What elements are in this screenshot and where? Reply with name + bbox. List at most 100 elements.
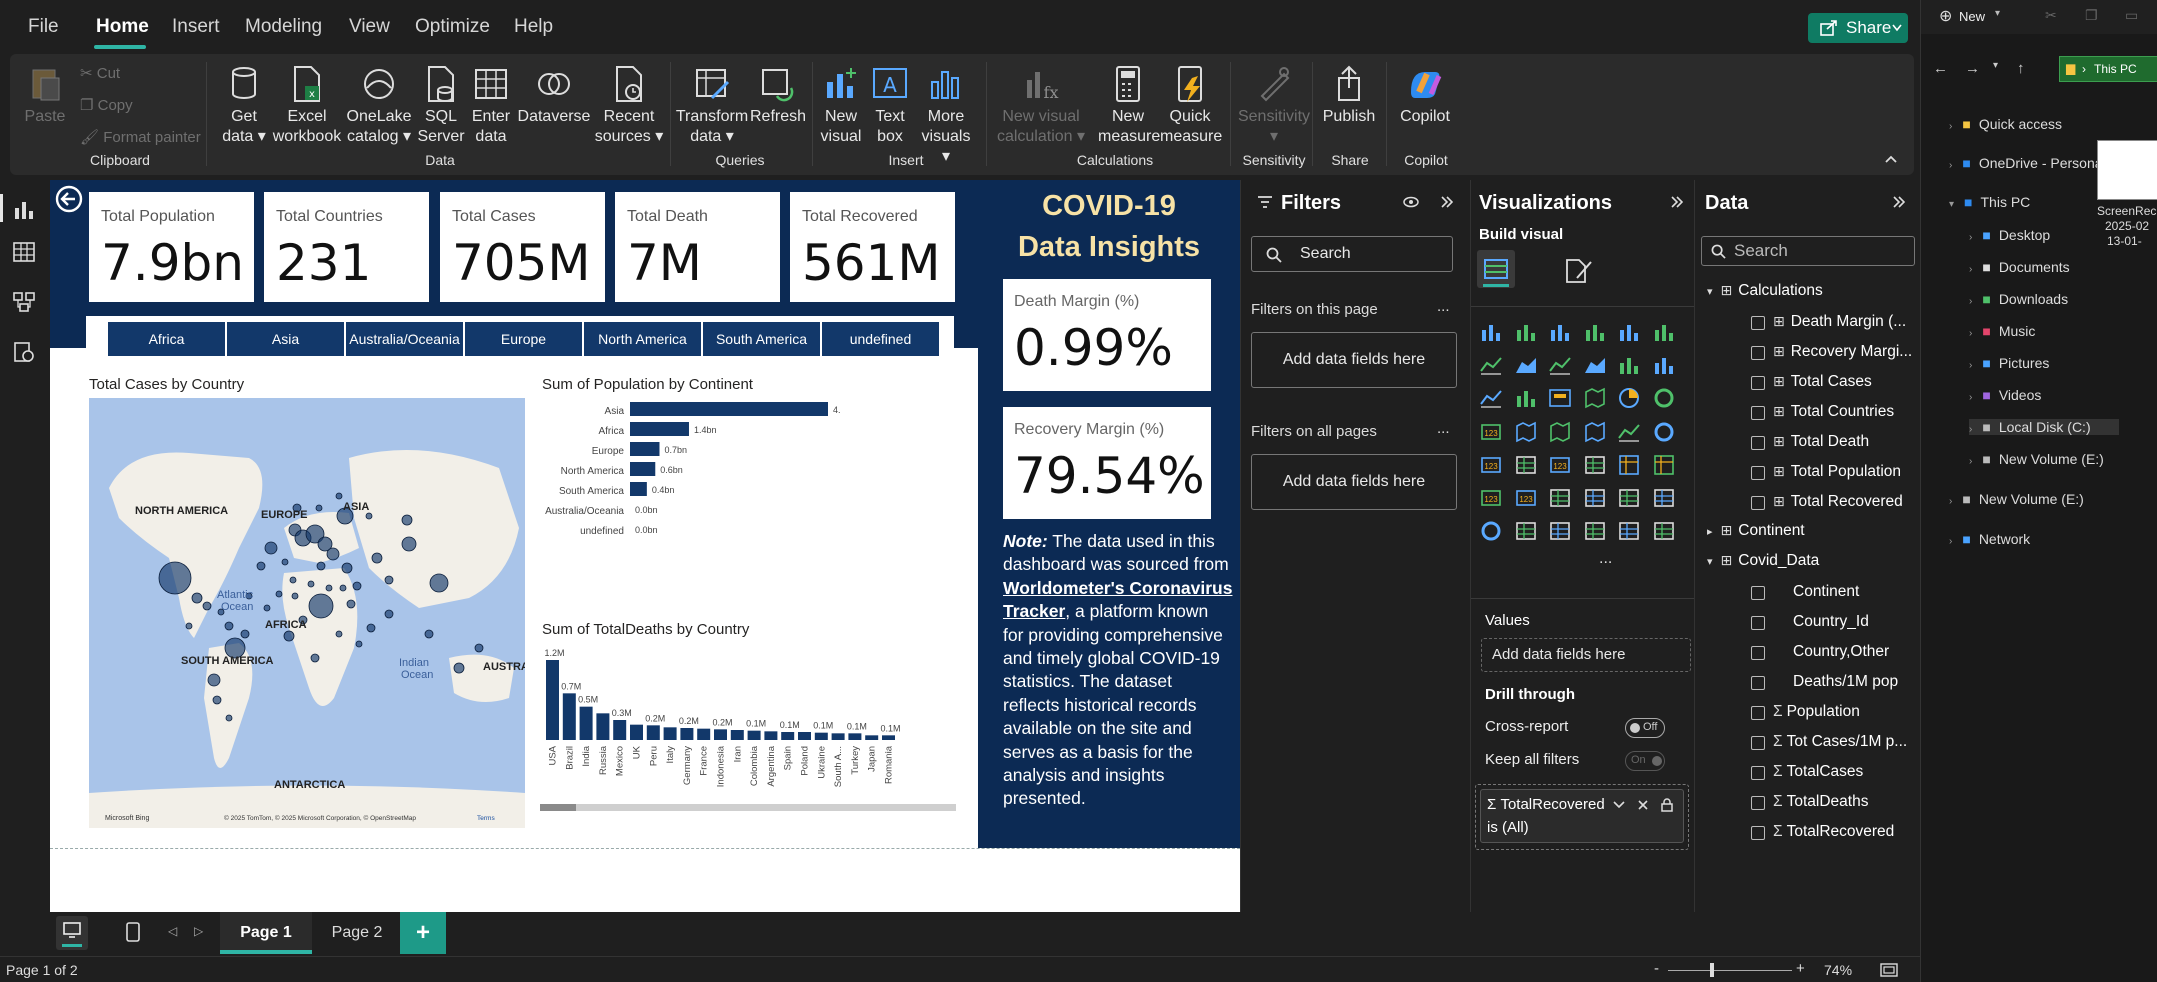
field-item[interactable]: ⊞ Death Margin (... bbox=[1773, 313, 1906, 331]
field-checkbox[interactable] bbox=[1751, 376, 1765, 390]
menu-modeling[interactable]: Modeling bbox=[245, 16, 322, 38]
menu-view[interactable]: View bbox=[349, 16, 390, 38]
visual-type-donut-icon[interactable] bbox=[1652, 386, 1676, 410]
collapse-ribbon-icon[interactable] bbox=[1884, 154, 1898, 164]
visual-type-table-icon[interactable] bbox=[1617, 519, 1641, 543]
visual-type-table-icon[interactable] bbox=[1514, 453, 1538, 477]
visual-type-matrix-icon[interactable] bbox=[1617, 453, 1641, 477]
paste-button[interactable]: Paste bbox=[22, 64, 68, 127]
case-bubble[interactable] bbox=[283, 630, 295, 642]
tab-page-1[interactable]: Page 1 bbox=[220, 912, 312, 954]
cross-report-toggle[interactable]: Off bbox=[1625, 718, 1665, 738]
visual-type-table-icon[interactable] bbox=[1617, 486, 1641, 510]
case-bubble[interactable] bbox=[371, 552, 383, 564]
zoom-in-button[interactable]: + bbox=[1796, 960, 1805, 977]
case-bubble[interactable] bbox=[453, 662, 465, 674]
nav-item[interactable]: › ■ New Volume (E:) bbox=[1969, 451, 2104, 467]
field-checkbox[interactable] bbox=[1751, 766, 1765, 780]
field-item[interactable]: ⊞ Total Recovered bbox=[1773, 493, 1903, 511]
field-item[interactable]: ⊞ Total Death bbox=[1773, 433, 1869, 451]
deaths-bar[interactable] bbox=[865, 735, 879, 740]
transform-data-button[interactable]: Transform data ▾ bbox=[674, 64, 750, 147]
breadcrumb-this-pc[interactable]: This PC bbox=[2094, 62, 2137, 76]
field-item[interactable]: Continent bbox=[1773, 583, 1859, 601]
visual-type-bars-icon[interactable] bbox=[1479, 320, 1503, 344]
deaths-bar[interactable] bbox=[630, 724, 643, 740]
case-bubble[interactable] bbox=[335, 492, 343, 500]
deaths-bar[interactable] bbox=[798, 732, 811, 740]
more-options-icon[interactable]: ... bbox=[1437, 298, 1450, 315]
visual-type-table-icon[interactable] bbox=[1583, 519, 1607, 543]
visual-type-card-icon[interactable]: 123 bbox=[1548, 453, 1572, 477]
new-icon[interactable]: ⊕ bbox=[1939, 6, 1952, 26]
visual-type-area-icon[interactable] bbox=[1583, 353, 1607, 377]
visual-type-bars-icon[interactable] bbox=[1617, 353, 1641, 377]
visual-type-card-icon[interactable]: 123 bbox=[1479, 420, 1503, 444]
new-visual-calculation-button[interactable]: fx New visual calculation ▾ bbox=[994, 64, 1088, 147]
visual-type-bars-icon[interactable] bbox=[1652, 353, 1676, 377]
field-checkbox[interactable] bbox=[1751, 826, 1765, 840]
case-bubble[interactable] bbox=[291, 592, 299, 600]
field-item[interactable]: Σ TotalCases bbox=[1773, 763, 1863, 781]
filter-search-input[interactable]: Search bbox=[1251, 236, 1453, 272]
case-bubble[interactable] bbox=[346, 599, 356, 609]
case-bubble[interactable] bbox=[275, 590, 283, 598]
visual-type-map-icon[interactable] bbox=[1583, 386, 1607, 410]
case-bubble[interactable] bbox=[308, 593, 334, 619]
visual-type-bars-icon[interactable] bbox=[1583, 320, 1607, 344]
collapse-pane-icon[interactable] bbox=[1669, 195, 1683, 209]
case-bubble[interactable] bbox=[366, 623, 376, 633]
nav-item[interactable]: › ■ Desktop bbox=[1969, 227, 2050, 243]
deaths-bar[interactable] bbox=[579, 706, 593, 740]
deaths-bar[interactable] bbox=[831, 733, 845, 740]
visual-type-card-icon[interactable]: 123 bbox=[1479, 486, 1503, 510]
publish-button[interactable]: Publish bbox=[1318, 64, 1380, 127]
case-bubble[interactable] bbox=[185, 622, 193, 630]
case-bubble[interactable] bbox=[202, 601, 212, 611]
close-icon[interactable] bbox=[1637, 799, 1649, 811]
file-thumbnail[interactable] bbox=[2097, 140, 2157, 200]
visual-type-pie-icon[interactable] bbox=[1617, 386, 1641, 410]
keep-filters-toggle[interactable]: On bbox=[1625, 751, 1665, 771]
visual-type-table-icon[interactable] bbox=[1514, 519, 1538, 543]
case-bubble[interactable] bbox=[256, 561, 266, 571]
deaths-bar[interactable] bbox=[764, 731, 778, 740]
deaths-bar-chart[interactable]: 1.2M USA 0.7M Brazil 0.5M India Russia 0.3M Mexi… bbox=[540, 644, 965, 842]
field-item[interactable]: ⊞ Total Countries bbox=[1773, 403, 1894, 421]
report-view-icon[interactable] bbox=[12, 198, 36, 222]
map-terms-link[interactable]: Terms bbox=[477, 815, 495, 822]
deaths-bar[interactable] bbox=[680, 728, 694, 740]
slicer-asia[interactable]: Asia bbox=[227, 322, 344, 356]
visual-type-matrix-icon[interactable] bbox=[1652, 453, 1676, 477]
add-page-button[interactable]: + bbox=[400, 912, 446, 954]
nav-item[interactable]: ▾ ■ This PC bbox=[1949, 194, 2030, 210]
case-bubble[interactable] bbox=[335, 630, 343, 638]
filters-page-drop-zone[interactable]: Add data fields here bbox=[1251, 332, 1457, 388]
desktop-layout-button[interactable] bbox=[56, 916, 88, 950]
more-options-icon[interactable]: ... bbox=[1437, 420, 1450, 437]
lock-icon[interactable] bbox=[1661, 798, 1673, 812]
visual-type-area-icon[interactable] bbox=[1514, 353, 1538, 377]
visual-type-line-icon[interactable] bbox=[1617, 420, 1641, 444]
map-visual[interactable]: NORTH AMERICA SOUTH AMERICA EUROPE ASIA … bbox=[89, 398, 536, 828]
field-item[interactable]: Σ Tot Cases/1M p... bbox=[1773, 733, 1907, 751]
table-continent[interactable]: ▸ ⊞ Continent bbox=[1707, 522, 1805, 540]
case-bubble[interactable] bbox=[310, 653, 320, 663]
field-checkbox[interactable] bbox=[1751, 436, 1765, 450]
case-bubble[interactable] bbox=[325, 584, 333, 592]
deaths-bar[interactable] bbox=[613, 720, 627, 740]
deaths-bar[interactable] bbox=[848, 733, 862, 740]
more-visuals-icon[interactable]: ... bbox=[1599, 550, 1612, 568]
excel-workbook-button[interactable]: x Excel workbook bbox=[272, 64, 342, 147]
case-bubble[interactable] bbox=[384, 575, 394, 585]
field-checkbox[interactable] bbox=[1751, 676, 1765, 690]
eye-icon[interactable] bbox=[1403, 196, 1419, 208]
filters-all-drop-zone[interactable]: Add data fields here bbox=[1251, 454, 1457, 510]
dax-query-view-icon[interactable] bbox=[12, 340, 36, 364]
back-arrow-icon[interactable] bbox=[55, 185, 83, 213]
case-bubble[interactable] bbox=[401, 514, 413, 526]
case-bubble[interactable] bbox=[264, 541, 278, 555]
nav-item[interactable]: › ■ New Volume (E:) bbox=[1949, 491, 2084, 507]
field-checkbox[interactable] bbox=[1751, 346, 1765, 360]
deaths-bar[interactable] bbox=[663, 727, 677, 740]
